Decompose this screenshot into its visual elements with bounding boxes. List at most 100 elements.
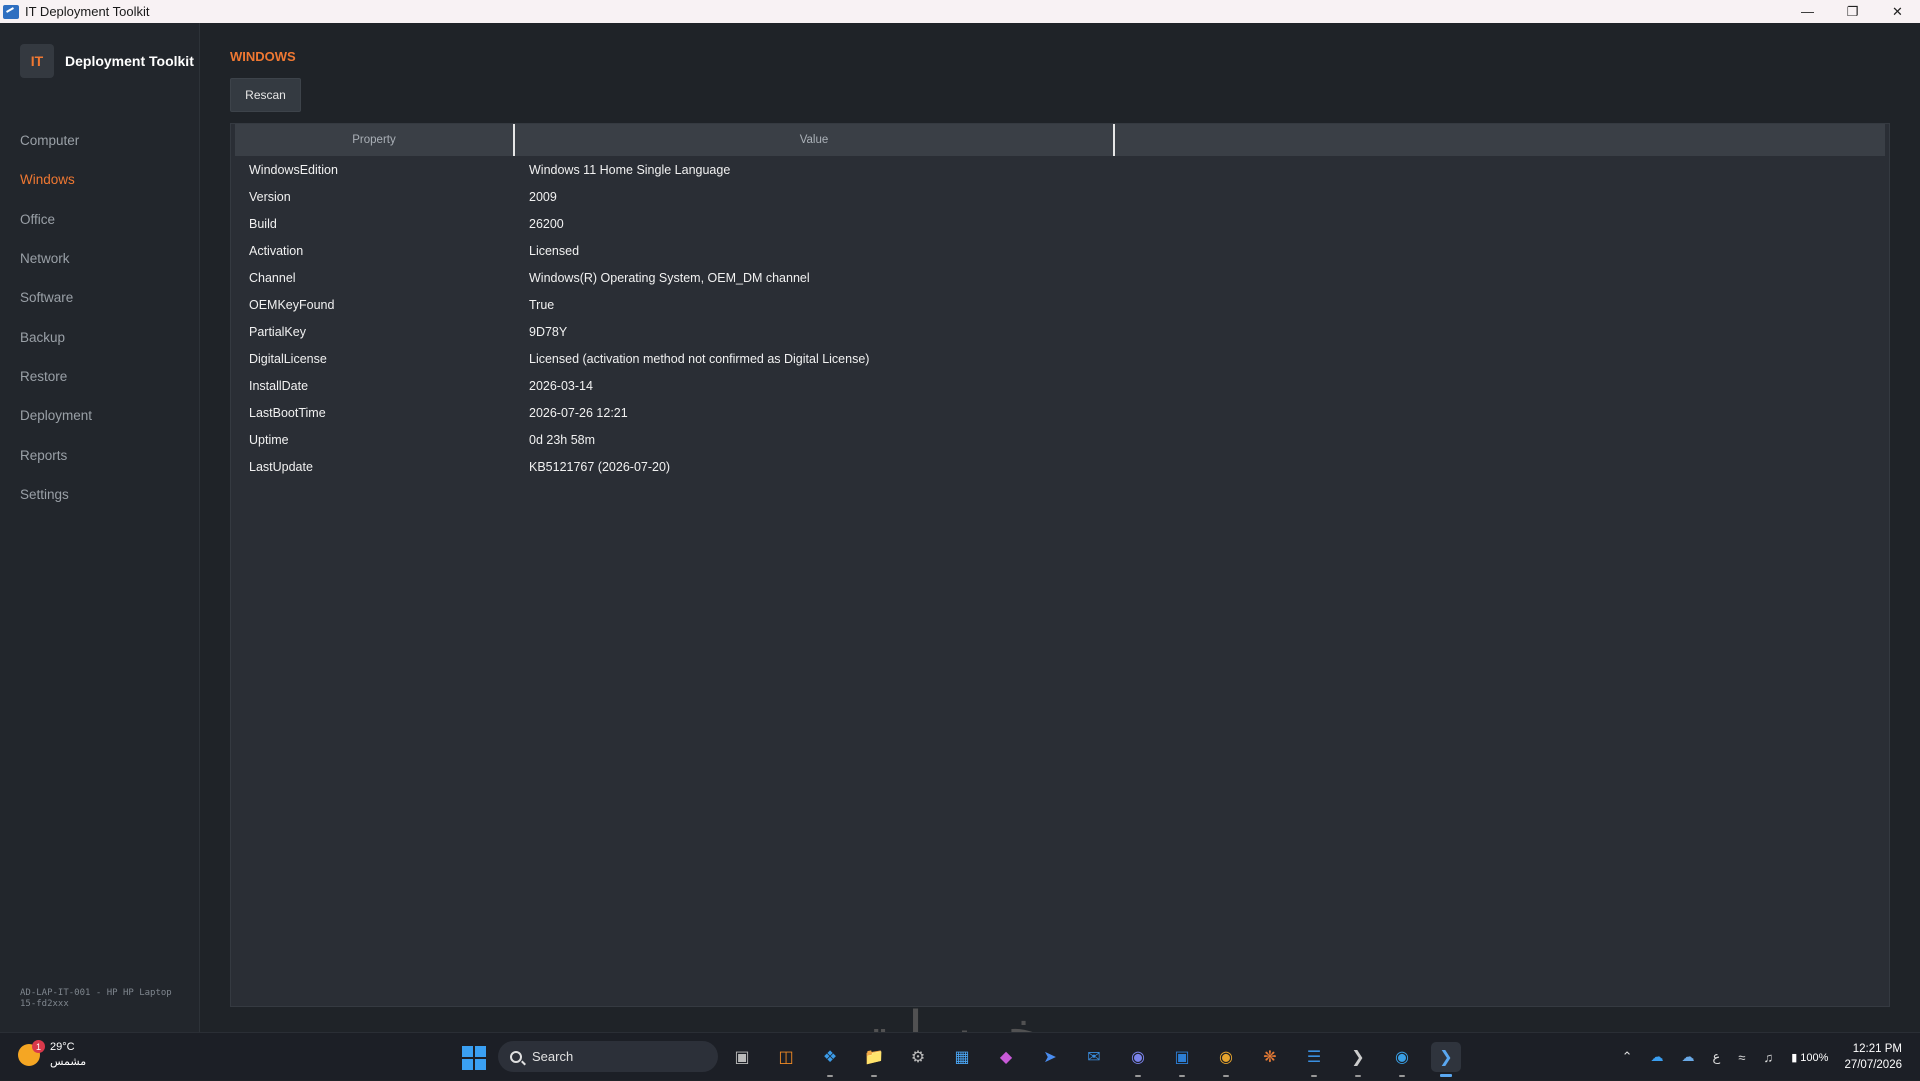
table-row[interactable]: WindowsEdition Windows 11 Home Single Lan… [235,156,1885,183]
value-cell: 2009 [529,189,557,204]
table-row[interactable]: Build 26200 [235,210,1885,237]
minimize-icon[interactable]: — [1785,0,1830,23]
property-cell: PartialKey [249,324,306,339]
table-row[interactable]: LastUpdate KB5121767 (2026-07-20) [235,453,1885,480]
clock-date: 27/07/2026 [1844,1059,1902,1071]
restore-icon[interactable]: ❐ [1830,0,1875,23]
table-row[interactable]: Channel Windows(R) Operating System, OEM_… [235,264,1885,291]
settings-icon[interactable]: ⚙ [903,1042,933,1072]
table-row[interactable]: InstallDate 2026-03-14 [235,372,1885,399]
sidebar-nav: Computer Windows Office Network Software Back… [0,121,200,514]
property-cell: Build [249,216,277,231]
language-indicator[interactable]: ع [1713,1049,1721,1065]
file-explorer-icon[interactable]: 📁 [859,1042,889,1077]
column-header-property[interactable]: Property [235,124,515,156]
properties-table: Property Value WindowsEdition Windows 11 … [230,123,1890,1007]
notepad-icon[interactable]: ☰ [1299,1042,1329,1077]
sidebar-item-restore[interactable]: Restore [0,357,200,396]
column-header-value[interactable]: Value [515,124,1115,156]
property-cell: Version [249,189,291,204]
table-row[interactable]: LastBootTime 2026-07-26 12:21 [235,399,1885,426]
terminal-icon[interactable]: ❯ [1343,1042,1373,1077]
sidebar-item-computer[interactable]: Computer [0,121,200,160]
table-body: WindowsEdition Windows 11 Home Single Lan… [235,156,1885,480]
sidebar-item-backup[interactable]: Backup [0,317,200,356]
sidebar-item-network[interactable]: Network [0,239,200,278]
onedrive-business-icon[interactable]: ☁ [1682,1049,1695,1065]
store-icon[interactable]: ▦ [947,1042,977,1072]
property-cell: InstallDate [249,378,309,393]
weather-description: مشمس [50,1056,87,1068]
main-content: WINDOWS Rescan Property Value WindowsEdi… [201,23,1920,1032]
app-diamond-icon[interactable]: ◆ [991,1042,1021,1072]
machine-info: AD-LAP-IT-001 - HP HP Laptop 15-fd2xxx [20,988,172,1009]
window-controls: — ❐ ✕ [1785,0,1920,23]
value-cell: Licensed (activation method not confirme… [529,351,870,366]
sidebar-item-software[interactable]: Software [0,278,200,317]
brand-name: Deployment Toolkit [65,53,194,69]
weather-widget[interactable]: 1 29°C مشمس [18,1040,86,1070]
column-header-filler [1115,124,1885,156]
teams-icon[interactable]: ◉ [1123,1042,1153,1077]
app-arrow-icon[interactable]: ➤ [1035,1042,1065,1072]
onedrive-icon[interactable]: ☁ [1651,1049,1664,1065]
search-box[interactable]: Search [498,1041,718,1072]
table-row[interactable]: DigitalLicense Licensed (activation metho… [235,345,1885,372]
sun-icon: 1 [18,1040,45,1066]
table-row[interactable]: PartialKey 9D78Y [235,318,1885,345]
rescan-button[interactable]: Rescan [230,78,301,112]
property-cell: OEMKeyFound [249,297,335,312]
vscode-icon[interactable]: ❖ [815,1042,845,1077]
property-cell: Uptime [249,432,289,447]
powershell-icon[interactable]: ❯ [1431,1042,1461,1077]
property-cell: DigitalLicense [249,351,327,366]
table-row[interactable]: Activation Licensed [235,237,1885,264]
property-cell: WindowsEdition [249,162,338,177]
value-cell: Licensed [529,243,580,258]
value-cell: True [529,297,555,312]
claude-icon[interactable]: ❋ [1255,1042,1285,1072]
chrome-icon[interactable]: ◉ [1211,1042,1241,1077]
value-cell: KB5121767 (2026-07-20) [529,459,671,474]
window-title: IT Deployment Toolkit [25,4,150,19]
clock[interactable]: 12:21 PM 27/07/2026 [1844,1041,1902,1073]
brand-logo: IT [20,44,54,78]
volume-icon[interactable]: ♫ [1763,1050,1773,1065]
mail-icon[interactable]: ✉ [1079,1042,1109,1072]
title-bar: IT Deployment Toolkit — ❐ ✕ [0,0,1920,23]
sidebar-item-reports[interactable]: Reports [0,435,200,474]
task-view-icon[interactable]: ▣ [727,1042,757,1072]
battery-indicator[interactable]: ▮ 100% [1791,1051,1828,1064]
sidebar: IT Deployment Toolkit Computer Windows Off… [0,23,200,1032]
sidebar-item-windows[interactable]: Windows [0,160,200,199]
taskbar-apps: ▣ ◫ ❖ 📁 ⚙ ▦ ◆ ➤ ✉ ◉ ▣ ◉ ❋ ☰ ❯ ◉ ❯ [727,1042,1475,1077]
close-icon[interactable]: ✕ [1875,0,1920,23]
value-cell: Windows 11 Home Single Language [529,162,731,177]
sidebar-item-settings[interactable]: Settings [0,475,200,514]
brand: IT Deployment Toolkit [20,44,194,78]
table-row[interactable]: Version 2009 [235,183,1885,210]
search-label: Search [532,1049,574,1064]
sidebar-item-office[interactable]: Office [0,200,200,239]
app-orange-icon[interactable]: ◫ [771,1042,801,1072]
value-cell: 2026-03-14 [529,378,593,393]
table-row[interactable]: OEMKeyFound True [235,291,1885,318]
chevron-up-icon[interactable]: ⌃ [1622,1049,1633,1065]
edge-icon[interactable]: ◉ [1387,1042,1417,1077]
property-cell: LastUpdate [249,459,313,474]
table-row[interactable]: Uptime 0d 23h 58m [235,426,1885,453]
notification-badge: 1 [32,1040,45,1053]
value-cell: 2026-07-26 12:21 [529,405,628,420]
value-cell: 0d 23h 58m [529,432,596,447]
wifi-icon[interactable]: ≈ [1738,1050,1745,1065]
property-cell: Activation [249,243,304,258]
outlook-icon[interactable]: ▣ [1167,1042,1197,1077]
table-header: Property Value [235,124,1885,156]
start-icon[interactable] [462,1046,486,1070]
sidebar-item-deployment[interactable]: Deployment [0,396,200,435]
search-icon [510,1050,522,1063]
property-cell: LastBootTime [249,405,326,420]
value-cell: Windows(R) Operating System, OEM_DM chan… [529,270,810,285]
app-icon [3,4,19,19]
value-cell: 26200 [529,216,564,231]
